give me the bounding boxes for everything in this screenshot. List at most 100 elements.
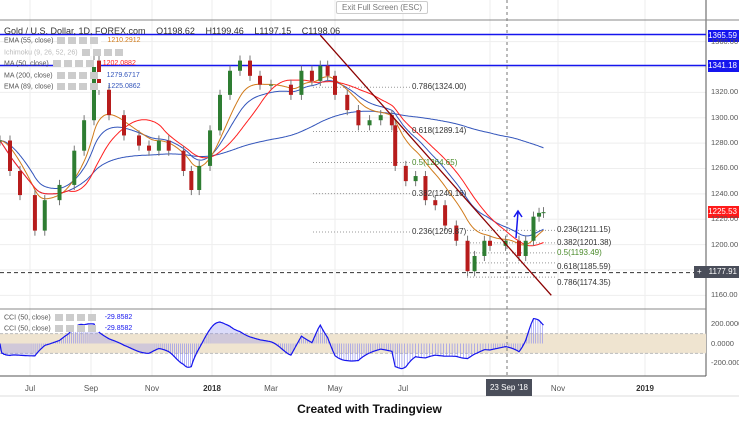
candle-body [218, 94, 222, 131]
time-axis-tick: Nov [550, 384, 566, 393]
candle-body [258, 75, 262, 85]
candle-body [197, 165, 202, 191]
exit-fullscreen-button[interactable]: Exit Full Screen (ESC) [336, 1, 429, 14]
time-axis-tick: May [327, 384, 343, 393]
cci-value: -29.8582 [104, 325, 133, 333]
fib-left-label: 0.382(1240.16) [412, 188, 467, 198]
cci-axis-tick: 200.0000 [711, 318, 739, 328]
candle-body [443, 205, 448, 226]
indicator-settings-buttons[interactable] [56, 71, 101, 79]
candle-body [465, 240, 470, 272]
candle-body [147, 145, 151, 151]
candle-body [433, 200, 438, 206]
indicator-value: 1210.2912 [107, 37, 141, 45]
cci-value: -29.8582 [104, 314, 133, 322]
candle-body [32, 195, 37, 231]
candle-body [137, 135, 141, 146]
time-axis-tick: Nov [144, 384, 160, 393]
candle-body [122, 115, 126, 136]
price-axis-tick: 1220.00 [711, 214, 739, 224]
indicator-settings-buttons[interactable] [81, 48, 126, 56]
cci-settings-buttons[interactable] [54, 314, 99, 321]
cci-name[interactable]: CCI (50, close) [4, 325, 51, 332]
crosshair-price-tag: +1177.91 [694, 266, 739, 278]
candle-body [189, 170, 194, 191]
indicator-settings-buttons[interactable] [52, 60, 97, 67]
price-axis-tick: 1260.00 [711, 163, 739, 173]
candle-body [345, 94, 350, 111]
symbol-header: Gold / U.S. Dollar, 1D, FOREX.com O1198.… [4, 26, 348, 36]
candle-body [309, 70, 314, 81]
indicator-value: 1202.0882 [102, 60, 136, 68]
time-axis-tick: Mar [264, 384, 278, 393]
ohlc-open: O1198.62 [156, 26, 195, 36]
indicator-settings-buttons[interactable] [57, 37, 102, 44]
candle-body [413, 176, 418, 182]
candle-body [288, 84, 293, 95]
price-axis-tick: 1300.00 [711, 112, 739, 122]
candle-body [537, 212, 542, 217]
candle-body [72, 150, 77, 185]
fib-left-label: 0.5(1264.65) [412, 157, 458, 167]
candle-body [166, 140, 171, 151]
indicator-value: 1225.0862 [107, 83, 141, 91]
indicator-name[interactable]: MA (200, close) [4, 72, 53, 79]
indicator-legend-2: MA (50, close) 1202.0882 [4, 60, 136, 67]
candle-body [156, 140, 161, 151]
candle-body [531, 216, 536, 241]
candle-body [541, 212, 546, 214]
indicator-legend-1: Ichimoku (9, 26, 52, 26) [4, 48, 132, 56]
candle-body [516, 240, 521, 256]
candle-body [378, 115, 383, 121]
candle-body [92, 60, 96, 121]
candle-body [482, 240, 487, 256]
candle-body [228, 70, 232, 95]
price-axis-tick: 1240.00 [711, 188, 739, 198]
candle-body [523, 240, 528, 256]
candle-body [333, 75, 337, 95]
fib-right-label: 0.786(1174.35) [557, 278, 611, 288]
candle-body [82, 120, 87, 151]
candle-body [107, 89, 111, 116]
time-axis-tick: 2019 [636, 384, 654, 393]
crosshair-date-label: 23 Sep '18 [486, 379, 532, 396]
candle-body [8, 140, 12, 171]
candle-body [318, 65, 323, 81]
candle-body [299, 70, 304, 95]
crosshair-icon: + [697, 267, 702, 276]
indicator-name[interactable]: EMA (89, close) [4, 83, 53, 90]
fib-left-label: 0.786(1324.00) [412, 82, 467, 92]
caption: Created with Tradingview [297, 402, 442, 416]
indicator-name[interactable]: MA (50, close) [4, 60, 49, 67]
candle-body [393, 125, 398, 166]
fib-right-label: 0.618(1185.59) [557, 261, 611, 271]
ohlc-low: L1197.15 [254, 26, 292, 36]
candle-body [208, 130, 213, 166]
price-axis-tick: 1200.00 [711, 239, 739, 249]
indicator-name[interactable]: Ichimoku (9, 26, 52, 26) [4, 49, 78, 56]
candle-body [18, 170, 22, 196]
candle-body [403, 165, 408, 182]
cci-legend-0: CCI (50, close) -29.8582 [4, 314, 132, 321]
fib-left-label: 0.618(1289.14) [412, 126, 467, 136]
candle-body [488, 240, 492, 246]
candle-body [367, 120, 372, 126]
time-axis-tick: 2018 [203, 384, 221, 393]
cci-axis-tick: -200.0000 [711, 358, 739, 368]
time-axis-tick: Sep [83, 384, 99, 393]
indicator-value: 1279.6717 [106, 71, 140, 79]
fib-right-label: 0.236(1211.15) [557, 225, 611, 235]
price-axis-tick: 1280.00 [711, 138, 739, 148]
candle-body [472, 255, 477, 272]
indicator-settings-buttons[interactable] [57, 83, 102, 90]
price-tag-1341: 1341.18 [708, 60, 739, 72]
cci-settings-buttons[interactable] [54, 325, 99, 332]
candle-body [269, 84, 273, 86]
candle-body [42, 200, 47, 231]
candle-body [248, 60, 252, 76]
cci-legend-1: CCI (50, close) -29.8582 [4, 325, 132, 332]
cci-name[interactable]: CCI (50, close) [4, 314, 51, 321]
symbol-title[interactable]: Gold / U.S. Dollar, 1D, FOREX.com [4, 26, 146, 36]
indicator-name[interactable]: EMA (55, close) [4, 37, 53, 44]
candle-body [181, 150, 186, 171]
